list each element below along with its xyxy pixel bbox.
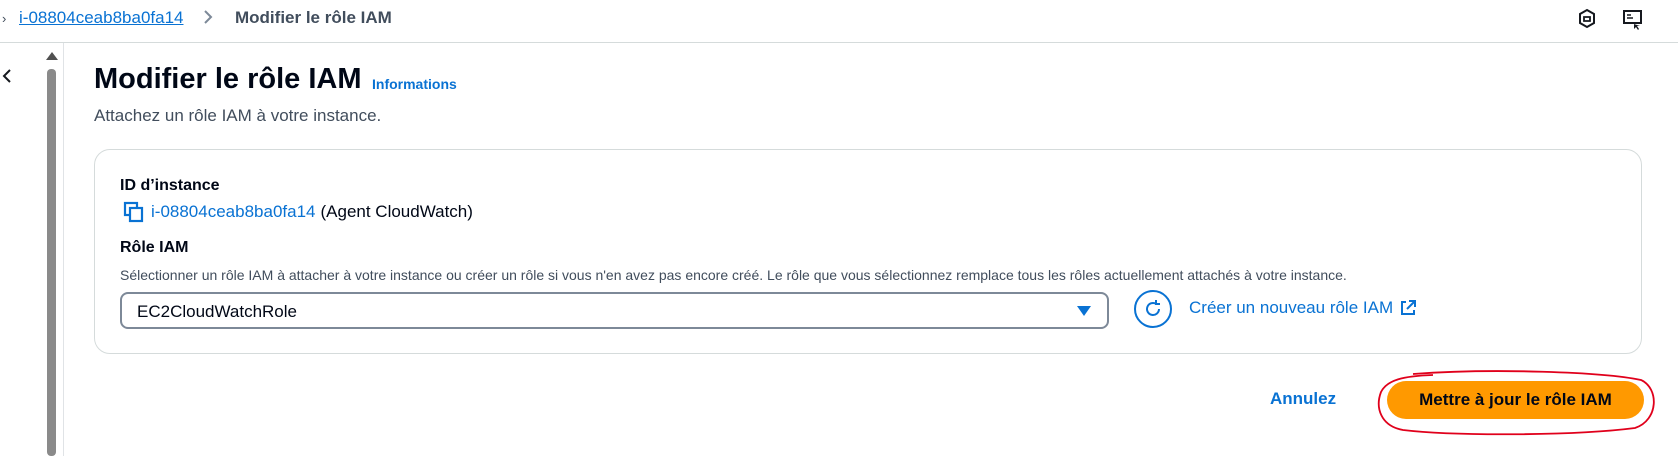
iam-role-selected-value: EC2CloudWatchRole (137, 302, 297, 321)
caret-down-icon (1077, 306, 1091, 316)
scrollbar-thumb[interactable] (47, 69, 56, 456)
chevron-right-icon: › (2, 11, 7, 26)
page-title: Modifier le rôle IAM (94, 63, 362, 95)
screen-share-icon[interactable] (1621, 7, 1645, 31)
iam-role-select[interactable]: EC2CloudWatchRole (120, 292, 1109, 329)
notifications-settings-icon[interactable] (1575, 7, 1599, 31)
update-iam-role-button[interactable]: Mettre à jour le rôle IAM (1387, 381, 1644, 419)
breadcrumb-instance-link[interactable]: i-08804ceab8ba0fa14 (19, 8, 183, 28)
external-link-icon (1401, 300, 1417, 315)
instance-id-label: ID d’instance (120, 177, 220, 194)
breadcrumb-current: Modifier le rôle IAM (235, 8, 392, 27)
cancel-button[interactable]: Annulez (1270, 389, 1336, 409)
refresh-roles-button[interactable] (1134, 290, 1172, 328)
page-description: Attachez un rôle IAM à votre instance. (94, 106, 382, 125)
create-iam-role-label: Créer un nouveau rôle IAM (1189, 298, 1394, 317)
breadcrumb-bar: › i-08804ceab8ba0fa14 Modifier le rôle I… (0, 0, 1678, 43)
chevron-right-icon (204, 10, 213, 24)
create-iam-role-link[interactable]: Créer un nouveau rôle IAM (1189, 298, 1417, 318)
copy-icon[interactable] (123, 201, 145, 223)
instance-name: (Agent CloudWatch) (320, 202, 473, 221)
collapse-panel-icon[interactable] (0, 66, 14, 86)
scroll-up-arrow[interactable] (46, 52, 58, 60)
refresh-icon (1146, 300, 1160, 316)
iam-role-label: Rôle IAM (120, 239, 189, 256)
instance-id-row: i-08804ceab8ba0fa14 (Agent CloudWatch) (123, 201, 473, 223)
instance-id-link[interactable]: i-08804ceab8ba0fa14 (151, 202, 315, 222)
divider (63, 43, 64, 456)
iam-role-description: Sélectionner un rôle IAM à attacher à vo… (120, 267, 1347, 283)
info-link[interactable]: Informations (372, 76, 457, 92)
